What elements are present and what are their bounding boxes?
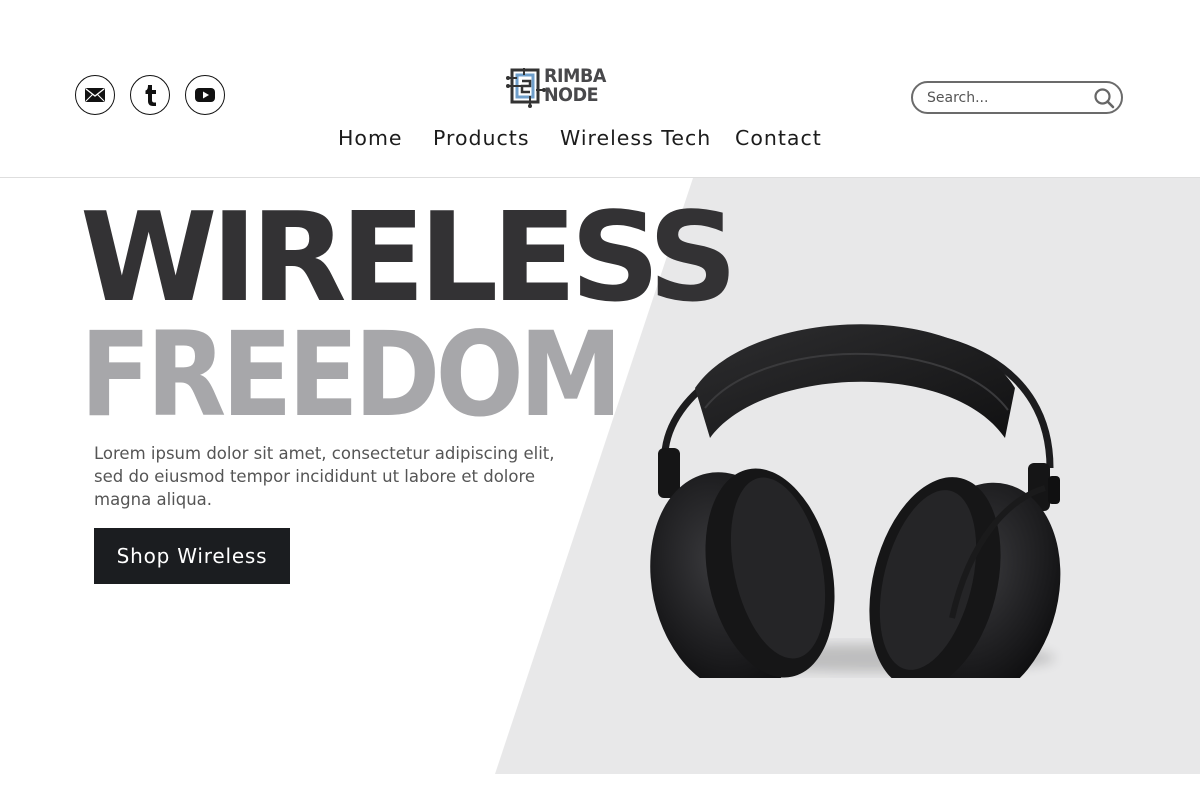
- brand-logo[interactable]: RIMBA NODE: [506, 66, 618, 108]
- email-icon: [85, 88, 105, 102]
- email-link[interactable]: [75, 75, 115, 115]
- nav-item-home[interactable]: Home: [338, 126, 403, 150]
- nav-item-contact[interactable]: Contact: [735, 126, 822, 150]
- hero-section: WIRELESS FREEDOM Lorem ipsum dolor sit a…: [0, 178, 1200, 776]
- nav-item-wireless-tech[interactable]: Wireless Tech: [560, 126, 711, 150]
- nav-item-products[interactable]: Products: [433, 126, 530, 150]
- search-input[interactable]: [927, 88, 1087, 108]
- search-icon[interactable]: [1093, 87, 1115, 109]
- youtube-icon: [195, 88, 215, 102]
- site-header: RIMBA NODE Home Products Wireless Tech C…: [0, 0, 1200, 178]
- circuit-logo-icon: [506, 68, 546, 108]
- main-nav: Home Products Wireless Tech Contact: [0, 126, 1200, 156]
- shop-wireless-button[interactable]: Shop Wireless: [94, 528, 290, 584]
- tumblr-link[interactable]: [130, 75, 170, 115]
- logo-text-line2: NODE: [544, 84, 599, 106]
- hero-description: Lorem ipsum dolor sit amet, consectetur …: [94, 444, 555, 509]
- headphones-image: [650, 324, 1061, 678]
- tumblr-icon: [145, 85, 156, 106]
- search-box: [911, 81, 1123, 114]
- youtube-link[interactable]: [185, 75, 225, 115]
- hero-headline-line2: FREEDOM: [80, 306, 623, 443]
